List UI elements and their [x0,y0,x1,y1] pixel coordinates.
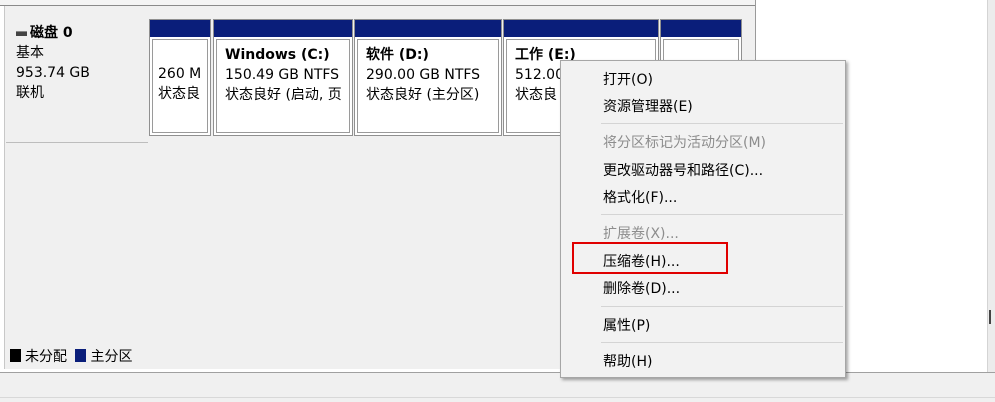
menu-item-change-letter[interactable]: 更改驱动器号和路径(C)... [603,162,763,180]
partition-name: 软件 (D:) [366,47,429,63]
menu-separator [601,342,843,343]
unallocated-swatch [10,349,21,362]
cut-off-glyph [989,310,995,324]
menu-item-format[interactable]: 格式化(F)... [603,189,677,207]
disk-size: 953.74 GB [16,65,90,81]
partition-efi[interactable]: 260 M 状态良 [149,19,211,136]
context-menu: 打开(O) 资源管理器(E) 将分区标记为活动分区(M) 更改驱动器号和路径(C… [560,60,846,378]
primary-swatch [75,349,87,362]
partition-name: Windows (C:) [225,47,330,63]
disk-title: 磁盘 0 [30,25,73,41]
partition-size: 290.00 GB NTFS [366,67,481,83]
menu-item-extend[interactable]: 扩展卷(X)... [603,225,679,243]
partition-size: 260 M [158,66,202,82]
legend-unallocated: 未分配 [25,349,67,365]
disk-status: 联机 [16,85,44,101]
partition-status: 状态良好 (主分区) [366,87,480,103]
menu-item-explorer[interactable]: 资源管理器(E) [603,98,693,116]
highlight-annotation [572,242,728,274]
primary-partition-bar [150,20,210,37]
partition-c[interactable]: Windows (C:) 150.49 GB NTFS 状态良好 (启动, 页 [213,19,353,136]
menu-separator [601,306,843,307]
partition-status: 状态良好 (启动, 页 [225,87,342,103]
disk-0-info[interactable]: 磁盘 0 基本 953.74 GB 联机 [6,14,148,143]
primary-partition-bar [214,20,352,37]
menu-separator [601,123,843,124]
partition-status: 状态良 [158,86,200,102]
menu-item-delete[interactable]: 删除卷(D)... [603,280,680,298]
primary-partition-bar [355,20,501,37]
primary-partition-bar [504,20,658,37]
menu-item-help[interactable]: 帮助(H) [603,353,652,371]
legend: 未分配 主分区 [10,348,132,366]
disk-icon [16,30,27,36]
menu-item-open[interactable]: 打开(O) [603,71,653,89]
partition-size: 150.49 GB NTFS [225,67,340,83]
menu-item-mark-active[interactable]: 将分区标记为活动分区(M) [603,134,766,152]
legend-primary: 主分区 [90,349,133,365]
menu-separator [601,214,843,215]
primary-partition-bar [661,20,741,37]
partition-d[interactable]: 软件 (D:) 290.00 GB NTFS 状态良好 (主分区) [354,19,502,136]
menu-item-properties[interactable]: 属性(P) [603,317,650,335]
disk-type: 基本 [16,45,44,61]
